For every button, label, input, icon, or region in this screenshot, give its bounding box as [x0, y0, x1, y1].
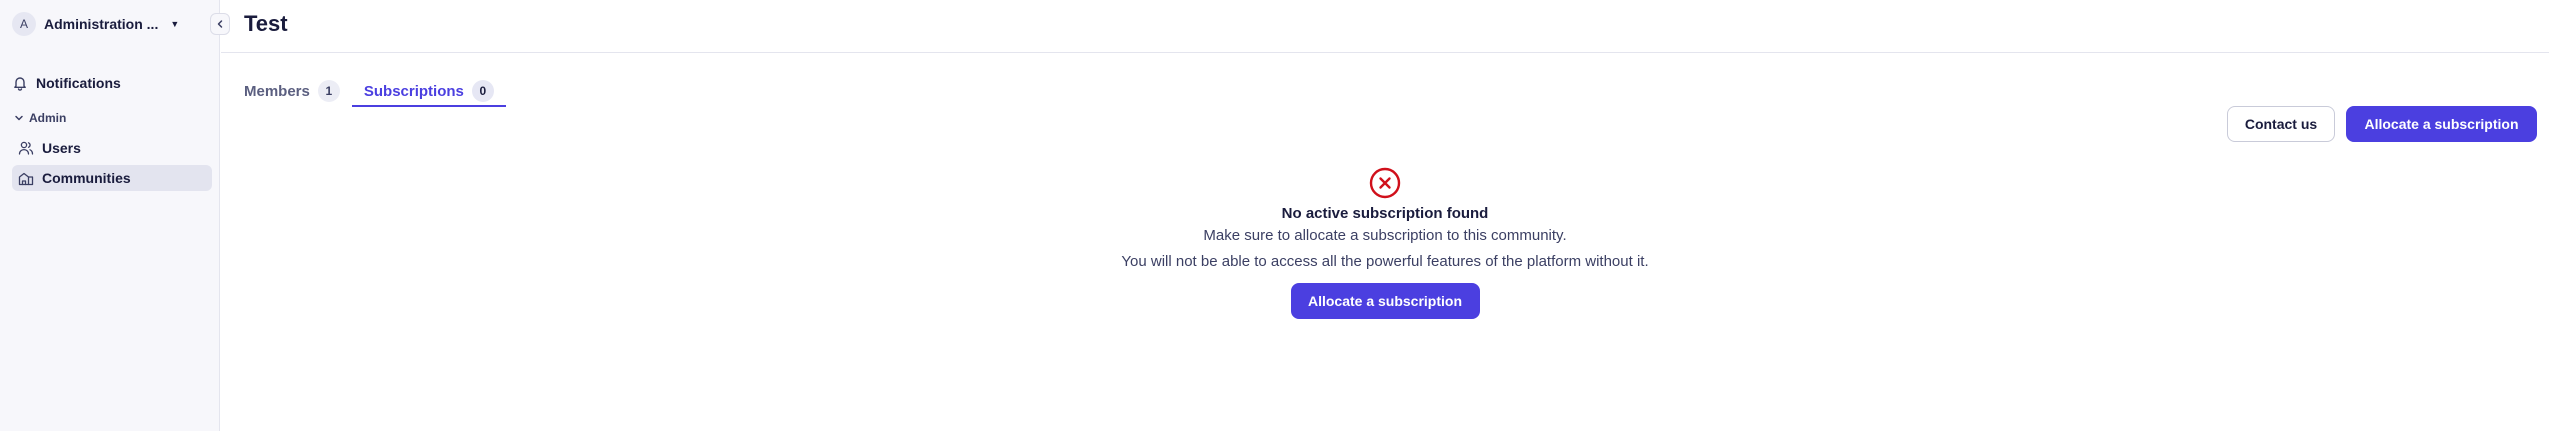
chevron-left-icon: [215, 19, 225, 29]
home-icon: [18, 170, 34, 186]
sidebar-item-label: Communities: [42, 170, 131, 186]
tab-bar: Members 1 Subscriptions 0: [232, 76, 506, 107]
count-badge: 1: [317, 80, 340, 102]
tab-label: Members: [244, 82, 310, 100]
contact-us-button[interactable]: Contact us: [2227, 106, 2335, 142]
empty-state-warning: You will not be able to access all the p…: [1121, 253, 1649, 270]
main-content: Test Members 1 Subscriptions 0 Contact u…: [221, 0, 2549, 431]
chevron-down-icon: ▼: [170, 19, 180, 29]
sidebar-section-admin[interactable]: Admin: [14, 109, 66, 127]
sidebar: A Administration ... ▼ Notifications Adm…: [0, 0, 220, 431]
error-circle-icon: [1368, 166, 1402, 200]
sidebar-item-notifications[interactable]: Notifications: [12, 70, 212, 96]
empty-state-title: No active subscription found: [1281, 205, 1489, 222]
org-switcher[interactable]: A Administration ... ▼: [12, 12, 179, 36]
count-badge: 0: [471, 80, 494, 102]
collapse-sidebar-button[interactable]: [210, 13, 230, 35]
empty-state: No active subscription found Make sure t…: [221, 166, 2549, 319]
sidebar-item-users[interactable]: Users: [18, 135, 208, 161]
sidebar-item-label: Notifications: [36, 75, 121, 91]
allocate-subscription-button[interactable]: Allocate a subscription: [2346, 106, 2537, 142]
page-title: Test: [244, 11, 288, 36]
sidebar-section-label: Admin: [29, 111, 67, 125]
org-name: Administration ...: [44, 16, 159, 32]
chevron-down-icon: [14, 113, 24, 123]
header-divider: [221, 52, 2549, 53]
sidebar-item-label: Users: [42, 140, 81, 156]
sidebar-item-communities[interactable]: Communities: [12, 165, 212, 191]
tab-members[interactable]: Members 1: [232, 76, 352, 106]
tab-subscriptions[interactable]: Subscriptions 0: [351, 76, 506, 107]
tab-label: Subscriptions: [363, 82, 464, 100]
bell-icon: [12, 75, 28, 91]
allocate-subscription-empty-button[interactable]: Allocate a subscription: [1290, 283, 1480, 319]
empty-state-message: Make sure to allocate a subscription to …: [1203, 227, 1567, 244]
users-icon: [18, 140, 34, 156]
org-avatar: A: [12, 12, 36, 36]
